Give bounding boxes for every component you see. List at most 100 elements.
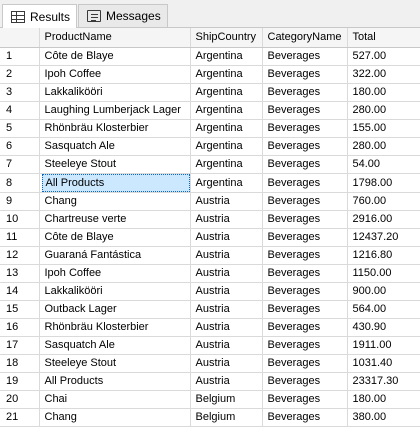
total-cell[interactable]: 900.00 xyxy=(347,282,420,301)
total-cell[interactable]: 430.90 xyxy=(347,318,420,337)
category-name-cell[interactable]: Beverages xyxy=(262,372,348,391)
table-row[interactable]: 7 Steeleye Stout Argentina Beverages 54.00 xyxy=(0,155,420,174)
product-name-cell[interactable]: Sasquatch Ale xyxy=(39,336,191,355)
product-name-cell[interactable]: Côte de Blaye xyxy=(39,228,191,247)
row-number[interactable]: 2 xyxy=(0,65,40,84)
total-cell[interactable]: 564.00 xyxy=(347,300,420,319)
table-row[interactable]: 21 Chang Belgium Beverages 380.00 xyxy=(0,408,420,427)
table-row[interactable]: 16 Rhönbräu Klosterbier Austria Beverages 43… xyxy=(0,318,420,337)
ship-country-cell[interactable]: Argentina xyxy=(190,101,263,120)
row-number[interactable]: 12 xyxy=(0,246,40,265)
table-row[interactable]: 3 Lakkalikööri Argentina Beverages 180.00 xyxy=(0,83,420,102)
row-number[interactable]: 13 xyxy=(0,264,40,283)
ship-country-cell[interactable]: Austria xyxy=(190,336,263,355)
ship-country-cell[interactable]: Argentina xyxy=(190,173,263,193)
table-row[interactable]: 2 Ipoh Coffee Argentina Beverages 322.00 xyxy=(0,65,420,84)
ship-country-cell[interactable]: Belgium xyxy=(190,408,263,427)
category-name-cell[interactable]: Beverages xyxy=(262,192,348,211)
product-name-cell[interactable]: Chang xyxy=(39,192,191,211)
ship-country-cell[interactable]: Austria xyxy=(190,210,263,229)
table-row[interactable]: 5 Rhönbräu Klosterbier Argentina Beverages 1… xyxy=(0,119,420,138)
ship-country-cell[interactable]: Austria xyxy=(190,192,263,211)
row-number[interactable]: 21 xyxy=(0,408,40,427)
product-name-cell[interactable]: Côte de Blaye xyxy=(39,47,191,66)
ship-country-cell[interactable]: Austria xyxy=(190,264,263,283)
total-cell[interactable]: 1911.00 xyxy=(347,336,420,355)
product-name-cell[interactable]: Guaraná Fantástica xyxy=(39,246,191,265)
total-cell[interactable]: 1150.00 xyxy=(347,264,420,283)
total-cell[interactable]: 2916.00 xyxy=(347,210,420,229)
product-name-cell[interactable]: Rhönbräu Klosterbier xyxy=(39,318,191,337)
ship-country-cell[interactable]: Austria xyxy=(190,372,263,391)
product-name-cell[interactable]: All Products xyxy=(39,173,191,193)
total-cell[interactable]: 280.00 xyxy=(347,137,420,156)
ship-country-cell[interactable]: Austria xyxy=(190,246,263,265)
category-name-cell[interactable]: Beverages xyxy=(262,264,348,283)
ship-country-cell[interactable]: Belgium xyxy=(190,390,263,409)
total-cell[interactable]: 380.00 xyxy=(347,408,420,427)
total-cell[interactable]: 180.00 xyxy=(347,83,420,102)
category-name-cell[interactable]: Beverages xyxy=(262,137,348,156)
ship-country-cell[interactable]: Argentina xyxy=(190,155,263,174)
category-name-cell[interactable]: Beverages xyxy=(262,47,348,66)
total-cell[interactable]: 1798.00 xyxy=(347,173,420,193)
table-row[interactable]: 17 Sasquatch Ale Austria Beverages 1911.00 xyxy=(0,336,420,355)
table-row[interactable]: 6 Sasquatch Ale Argentina Beverages 280.00 xyxy=(0,137,420,156)
row-number[interactable]: 1 xyxy=(0,47,40,66)
category-name-cell[interactable]: Beverages xyxy=(262,390,348,409)
tab-messages[interactable]: Messages xyxy=(78,4,168,27)
total-cell[interactable]: 322.00 xyxy=(347,65,420,84)
column-header-productname[interactable]: ProductName xyxy=(39,28,191,48)
product-name-cell[interactable]: Chai xyxy=(39,390,191,409)
row-number[interactable]: 10 xyxy=(0,210,40,229)
ship-country-cell[interactable]: Argentina xyxy=(190,83,263,102)
tab-results[interactable]: Results xyxy=(2,4,78,28)
total-cell[interactable]: 760.00 xyxy=(347,192,420,211)
row-number-header[interactable] xyxy=(0,28,40,48)
table-row[interactable]: 12 Guaraná Fantástica Austria Beverages 1216… xyxy=(0,246,420,265)
total-cell[interactable]: 12437.20 xyxy=(347,228,420,247)
table-row[interactable]: 18 Steeleye Stout Austria Beverages 1031.40 xyxy=(0,354,420,373)
category-name-cell[interactable]: Beverages xyxy=(262,173,348,193)
product-name-cell[interactable]: Ipoh Coffee xyxy=(39,264,191,283)
row-number[interactable]: 17 xyxy=(0,336,40,355)
row-number[interactable]: 5 xyxy=(0,119,40,138)
product-name-cell[interactable]: All Products xyxy=(39,372,191,391)
row-number[interactable]: 19 xyxy=(0,372,40,391)
results-grid[interactable]: ProductName ShipCountry CategoryName Tot… xyxy=(0,28,420,439)
total-cell[interactable]: 155.00 xyxy=(347,119,420,138)
total-cell[interactable]: 180.00 xyxy=(347,390,420,409)
category-name-cell[interactable]: Beverages xyxy=(262,83,348,102)
table-row[interactable]: 15 Outback Lager Austria Beverages 564.00 xyxy=(0,300,420,319)
row-number[interactable]: 8 xyxy=(0,173,40,193)
product-name-cell[interactable]: Chang xyxy=(39,408,191,427)
row-number[interactable]: 7 xyxy=(0,155,40,174)
category-name-cell[interactable]: Beverages xyxy=(262,101,348,120)
row-number[interactable]: 16 xyxy=(0,318,40,337)
category-name-cell[interactable]: Beverages xyxy=(262,155,348,174)
row-number[interactable]: 3 xyxy=(0,83,40,102)
table-row[interactable]: 20 Chai Belgium Beverages 180.00 xyxy=(0,390,420,409)
table-row[interactable]: 1 Côte de Blaye Argentina Beverages 527.00 xyxy=(0,47,420,66)
total-cell[interactable]: 23317.30 xyxy=(347,372,420,391)
category-name-cell[interactable]: Beverages xyxy=(262,246,348,265)
product-name-cell[interactable]: Outback Lager xyxy=(39,300,191,319)
row-number[interactable]: 15 xyxy=(0,300,40,319)
table-row[interactable]: 11 Côte de Blaye Austria Beverages 12437.20 xyxy=(0,228,420,247)
total-cell[interactable]: 54.00 xyxy=(347,155,420,174)
product-name-cell[interactable]: Steeleye Stout xyxy=(39,155,191,174)
column-header-categoryname[interactable]: CategoryName xyxy=(262,28,348,48)
table-row[interactable]: 14 Lakkalikööri Austria Beverages 900.00 xyxy=(0,282,420,301)
total-cell[interactable]: 280.00 xyxy=(347,101,420,120)
ship-country-cell[interactable]: Argentina xyxy=(190,119,263,138)
product-name-cell[interactable]: Rhönbräu Klosterbier xyxy=(39,119,191,138)
category-name-cell[interactable]: Beverages xyxy=(262,282,348,301)
row-number[interactable]: 20 xyxy=(0,390,40,409)
column-header-shipcountry[interactable]: ShipCountry xyxy=(190,28,263,48)
row-number[interactable]: 9 xyxy=(0,192,40,211)
column-header-total[interactable]: Total xyxy=(347,28,420,48)
total-cell[interactable]: 1216.80 xyxy=(347,246,420,265)
product-name-cell[interactable]: Steeleye Stout xyxy=(39,354,191,373)
product-name-cell[interactable]: Chartreuse verte xyxy=(39,210,191,229)
product-name-cell[interactable]: Laughing Lumberjack Lager xyxy=(39,101,191,120)
